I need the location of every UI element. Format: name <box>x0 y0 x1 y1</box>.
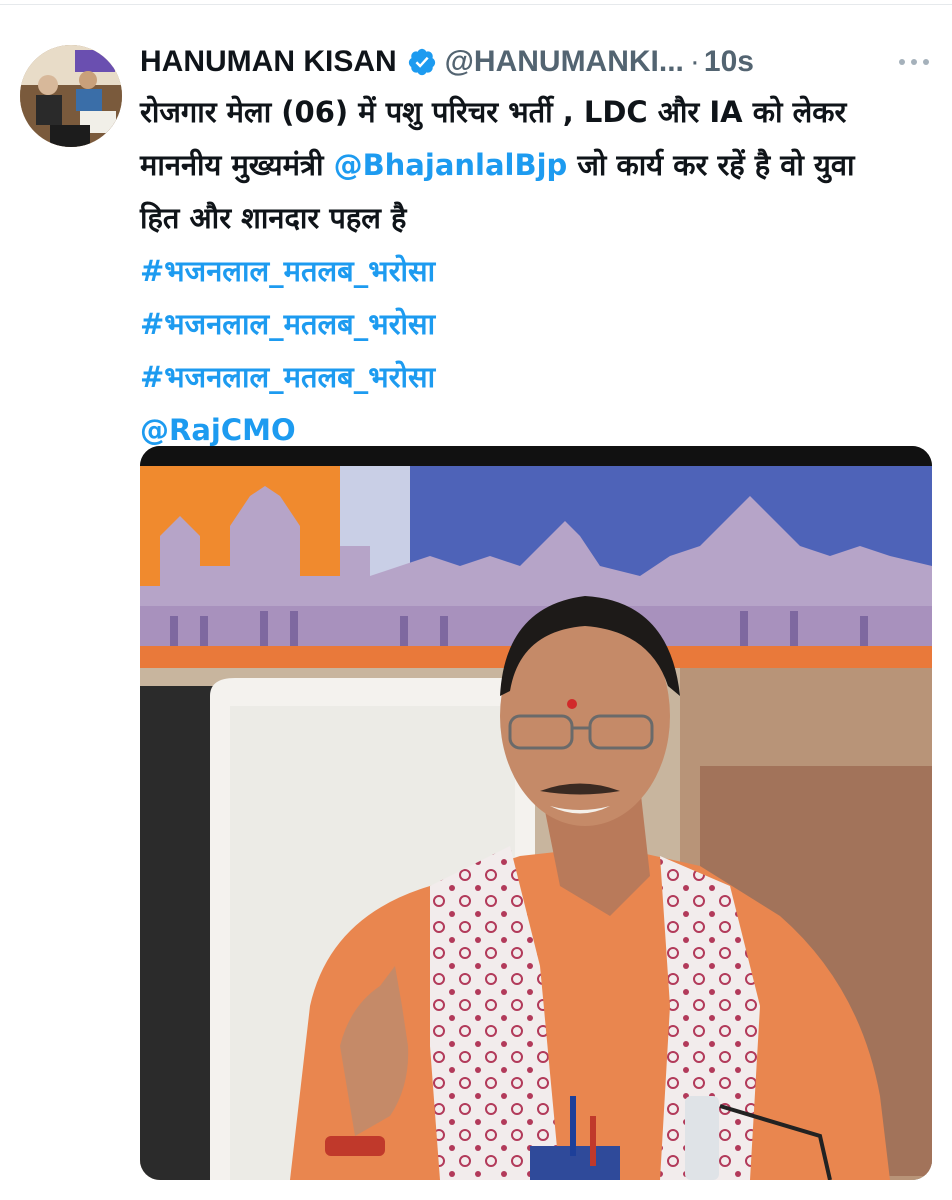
avatar[interactable] <box>20 45 122 147</box>
more-options-icon[interactable] <box>896 52 932 72</box>
tweet-text-line-2: माननीय मुख्यमंत्री @BhajanlalBjp जो कार्… <box>140 139 940 192</box>
timestamp[interactable]: 10s <box>704 45 754 79</box>
top-divider <box>0 4 952 5</box>
photo-image <box>140 446 932 1180</box>
author-name[interactable]: HANUMAN KISAN <box>140 45 397 79</box>
tweet-text-line-1: रोजगार मेला (06) में पशु परिचर भर्ती , L… <box>140 95 847 129</box>
tweet-text-line-3: हित और शानदार पहल है <box>140 201 407 235</box>
tweet-photo[interactable] <box>140 446 932 1180</box>
author-handle[interactable]: @HANUMANKI... <box>445 45 684 79</box>
tweet-header: HANUMAN KISAN @HANUMANKI... · 10s <box>140 40 754 84</box>
avatar-image <box>20 45 122 147</box>
hashtag-link[interactable]: #भजनलाल_मतलब_भरोसा <box>140 351 940 404</box>
mention-bhajanlalbjp-link[interactable]: @BhajanlalBjp <box>334 148 568 182</box>
tweet-text-segment: जो कार्य कर रहें है वो युवा <box>567 148 855 182</box>
hashtag-link[interactable]: #भजनलाल_मतलब_भरोसा <box>140 245 940 298</box>
hashtag-link[interactable]: #भजनलाल_मतलब_भरोसा <box>140 298 940 351</box>
tweet-text-segment: माननीय मुख्यमंत्री <box>140 148 334 182</box>
separator-dot: · <box>689 45 700 78</box>
tweet-text: रोजगार मेला (06) में पशु परिचर भर्ती , L… <box>140 86 940 457</box>
verified-badge-icon <box>408 48 435 76</box>
